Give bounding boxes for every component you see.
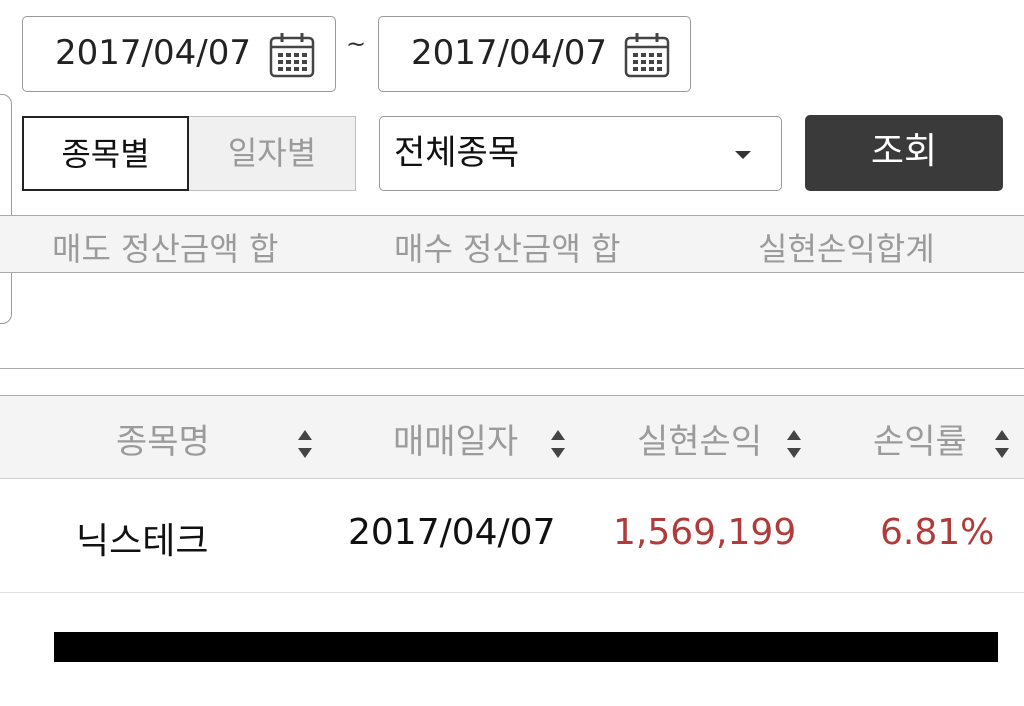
end-date-field[interactable]: 2017/04/07: [378, 16, 691, 92]
calendar-icon[interactable]: [269, 31, 315, 79]
row-divider: [0, 592, 1024, 593]
calendar-icon[interactable]: [624, 31, 670, 79]
column-header-stock-name[interactable]: 종목명: [116, 414, 210, 463]
start-date-value: 2017/04/07: [55, 33, 251, 73]
side-panel-edge: [0, 94, 12, 324]
column-header-realized-profit[interactable]: 실현손익: [637, 414, 762, 463]
redaction-bar: [54, 632, 998, 662]
sort-icon[interactable]: [297, 428, 313, 460]
table-cell-realized-profit: 1,569,199: [613, 512, 797, 553]
table-cell-stock-name[interactable]: 닉스테크: [76, 512, 208, 564]
sort-icon[interactable]: [994, 428, 1010, 460]
summary-realized-total-label: 실현손익합계: [758, 230, 935, 268]
date-range-separator: ~: [346, 30, 367, 58]
start-date-field[interactable]: 2017/04/07: [22, 16, 336, 92]
end-date-value: 2017/04/07: [411, 33, 607, 73]
divider: [0, 368, 1024, 369]
chevron-down-icon: [735, 151, 751, 159]
stock-select-value: 전체종목: [394, 133, 520, 173]
search-button[interactable]: 조회: [805, 115, 1003, 191]
summary-buy-total-label: 매수 정산금액 합: [394, 230, 621, 268]
tab-by-stock[interactable]: 종목별: [22, 116, 189, 191]
table-cell-profit-rate: 6.81%: [880, 512, 995, 553]
column-header-trade-date[interactable]: 매매일자: [393, 414, 518, 463]
column-header-profit-rate[interactable]: 손익률: [873, 414, 967, 463]
stock-select[interactable]: 전체종목: [379, 116, 782, 191]
sort-icon[interactable]: [550, 428, 566, 460]
tab-by-date[interactable]: 일자별: [188, 116, 356, 191]
table-cell-trade-date: 2017/04/07: [348, 512, 556, 553]
sort-icon[interactable]: [786, 428, 802, 460]
summary-sell-total-label: 매도 정산금액 합: [52, 230, 279, 268]
